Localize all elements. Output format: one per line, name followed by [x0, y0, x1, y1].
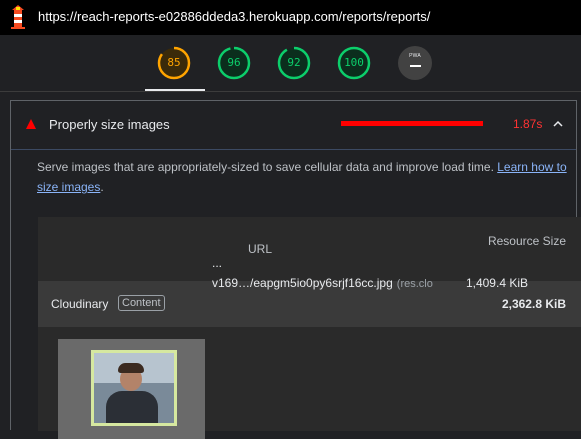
browser-topbar: https://reach-reports-e02886ddeda3.herok… [0, 0, 581, 35]
score-gauge-performance[interactable]: 85 [157, 46, 191, 80]
url-ellipsis: ... [212, 256, 223, 270]
image-thumbnail [91, 350, 177, 426]
score-value: 92 [287, 56, 301, 69]
report-url[interactable]: https://reach-reports-e02886ddeda3.herok… [38, 9, 430, 24]
savings-value: 1.87s [513, 117, 543, 131]
table-row-thumbnail [58, 339, 205, 439]
audit-properly-size-images: Properly size images 1.87s Serve images … [10, 100, 581, 439]
active-tab-indicator [145, 89, 205, 91]
audit-header[interactable]: Properly size images 1.87s [11, 101, 576, 150]
chevron-up-icon[interactable] [551, 117, 565, 131]
table-row-url[interactable]: v169…/eapgm5io0py6srjf16cc.jpg (res.clo [212, 276, 433, 290]
dash-icon [410, 65, 421, 67]
pwa-badge[interactable]: PWA [398, 46, 432, 80]
score-value: 96 [227, 56, 241, 69]
entity-total-size: 2,362.8 KiB [501, 297, 566, 311]
score-gauge-best-practices[interactable]: 92 [277, 46, 311, 80]
description-end: . [100, 180, 104, 194]
score-value: 85 [167, 56, 181, 69]
entity-tag: Content [118, 295, 165, 311]
audit-title: Properly size images [49, 117, 170, 132]
score-gauges: 85 96 92 100 PWA [0, 35, 581, 92]
resource-host: (res.clo [396, 278, 433, 290]
description-text: Serve images that are appropriately-size… [37, 160, 498, 174]
resource-url: v169…/eapgm5io0py6srjf16cc.jpg [212, 276, 393, 290]
column-header-url: URL [248, 242, 273, 256]
entity-name: Cloudinary [51, 297, 109, 311]
score-value: 100 [344, 56, 364, 69]
fail-triangle-icon [26, 119, 36, 129]
lighthouse-icon [11, 5, 25, 29]
score-gauge-accessibility[interactable]: 96 [217, 46, 251, 80]
pwa-label: PWA [409, 53, 421, 59]
audit-description: Serve images that are appropriately-size… [37, 157, 567, 197]
savings-bar [341, 121, 483, 126]
score-gauge-seo[interactable]: 100 [337, 46, 371, 80]
details-table: URL Resource Size Cloudinary Content 2,3… [38, 217, 581, 439]
table-row-size: 1,409.4 KiB [465, 276, 528, 290]
column-header-resource-size: Resource Size [487, 234, 566, 248]
